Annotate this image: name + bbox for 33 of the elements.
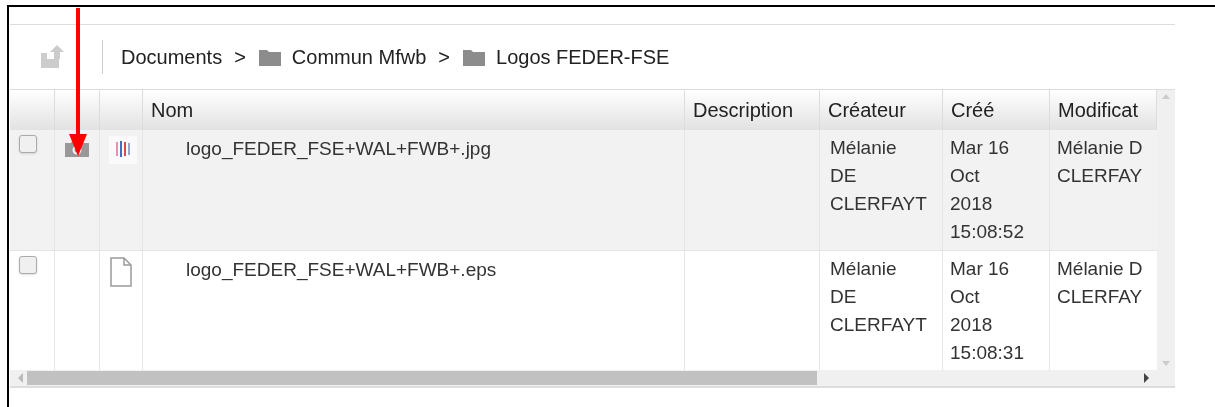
breadcrumb-link[interactable]: Documents [121,42,223,72]
row-checkbox[interactable] [19,135,37,153]
scroll-left-arrow-icon[interactable] [18,373,23,383]
folder-icon [462,47,486,67]
creator-cell-text: Mélanie DE CLERFAYT [830,257,928,337]
breadcrumb-link[interactable]: Commun Mfwb [291,42,427,72]
breadcrumb-separator: > [234,45,246,70]
file-name-link[interactable]: logo_FEDER_FSE+WAL+FWB+.eps [186,259,497,280]
vertical-scrollbar[interactable] [1157,90,1175,370]
column-header[interactable]: Nom [151,95,194,125]
creator-cell-text: Mélanie DE CLERFAYT [830,136,928,216]
column-header[interactable]: Créateur [828,95,906,125]
horizontal-scrollbar[interactable] [10,370,1175,388]
modified-by-cell-text: Mélanie D CLERFAY [1057,136,1144,188]
document-icon [109,257,133,287]
created-date-cell-text: Mar 16 Oct 2018 15:08:52 [950,136,1025,244]
modified-by-cell-text: Mélanie D CLERFAY [1057,257,1144,309]
scroll-up-arrow-icon[interactable] [1162,94,1170,99]
created-date-cell-text: Mar 16 Oct 2018 15:08:31 [950,257,1025,365]
column-header[interactable]: Créé [951,95,995,125]
breadcrumb-separator: > [438,45,450,70]
column-header[interactable]: Modificat [1058,95,1139,125]
table-row[interactable]: logo_FEDER_FSE+WAL+FWB+.eps Mélanie DE CLERFAYT Mar 16 Oct 2018 15:08:31 Mélanie D CLERFAY [10,250,1157,370]
upload-icon[interactable] [40,45,66,69]
breadcrumb-link[interactable]: Logos FEDER-FSE [496,42,670,72]
table-row[interactable]: logo_FEDER_FSE+WAL+FWB+.jpg Mélanie DE CLERFAYT Mar 16 Oct 2018 15:08:52 Mélanie D CLERFAY [10,130,1157,250]
column-header[interactable]: Description [693,95,794,125]
image-thumbnail-icon [109,136,137,164]
row-checkbox[interactable] [19,256,37,274]
scroll-right-arrow-icon[interactable] [1144,373,1149,383]
scroll-down-arrow-icon[interactable] [1162,361,1170,366]
file-name-link[interactable]: logo_FEDER_FSE+WAL+FWB+.jpg [186,138,491,159]
folder-icon [257,47,282,67]
